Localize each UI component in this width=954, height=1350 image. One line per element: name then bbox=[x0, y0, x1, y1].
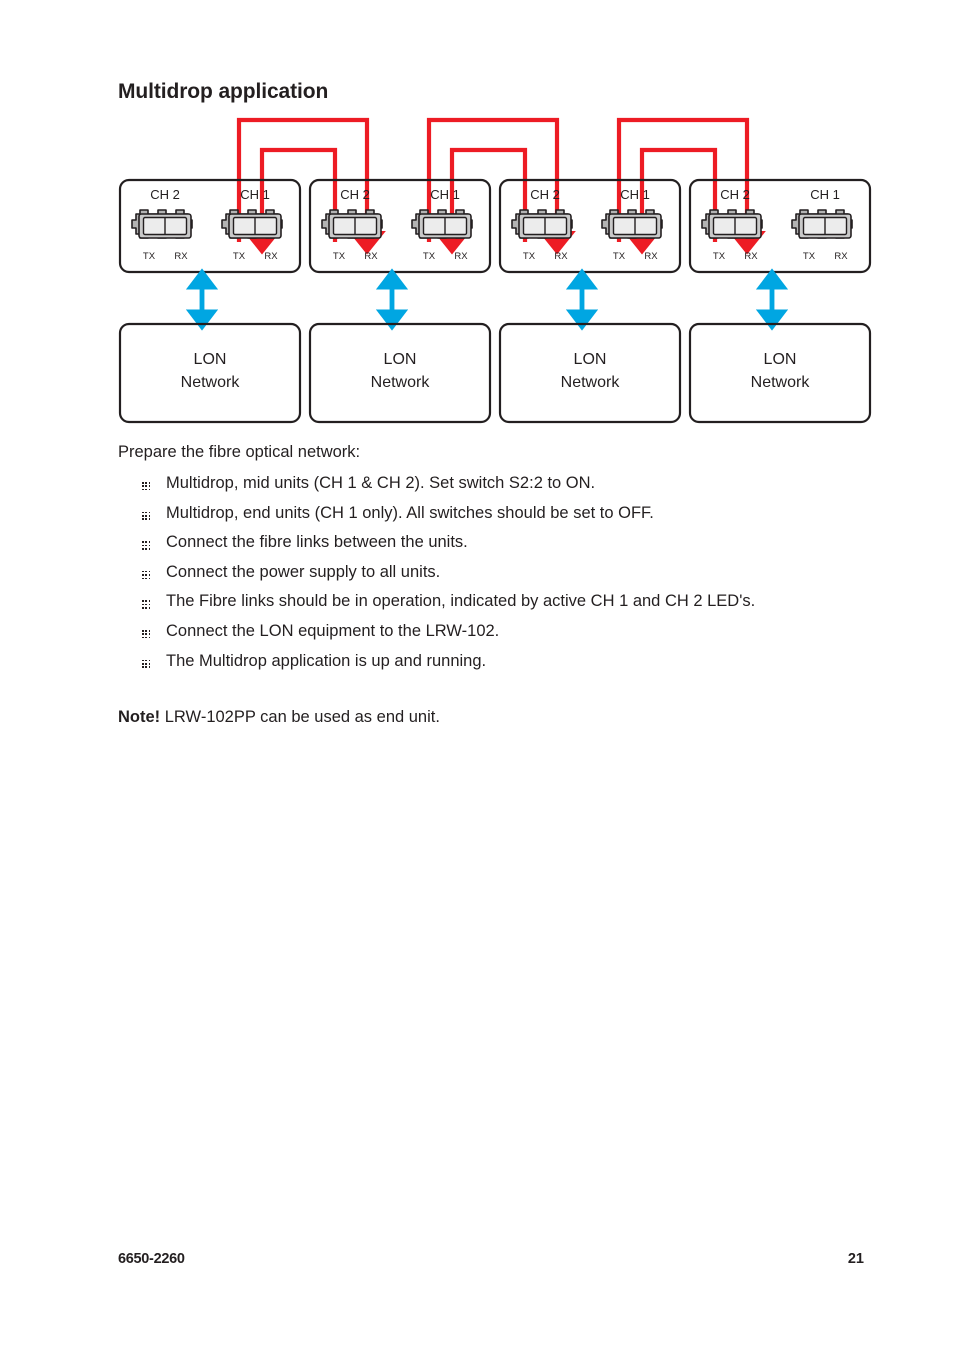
multidrop-diagram: CH 2 CH 1 TX RX TX RX CH 2 CH 1 TX RX TX… bbox=[112, 112, 872, 432]
bullet-grid-icon bbox=[142, 482, 151, 491]
channel-label: CH 1 bbox=[240, 187, 270, 202]
page-title: Multidrop application bbox=[118, 80, 329, 103]
fibre-connector bbox=[791, 209, 853, 239]
list-item-text: Multidrop, mid units (CH 1 & CH 2). Set … bbox=[166, 474, 596, 492]
tx-label: TX bbox=[523, 251, 536, 262]
network-box-line1: LON bbox=[764, 351, 797, 368]
fibre-connector bbox=[601, 209, 663, 239]
unit-panel: CH 2 CH 1 TX RX TX RX bbox=[118, 178, 302, 274]
network-box: LON Network bbox=[118, 322, 302, 424]
tx-label: TX bbox=[333, 251, 346, 262]
channel-label: CH 1 bbox=[810, 187, 840, 202]
fibre-connector bbox=[511, 209, 573, 239]
rx-label: RX bbox=[364, 251, 378, 262]
list-item-text: Connect the LON equipment to the LRW-102… bbox=[166, 621, 500, 640]
instructions-intro: Prepare the fibre optical network: bbox=[118, 443, 361, 461]
channel-label: CH 2 bbox=[720, 187, 750, 202]
list-item: Multidrop, end units (CH 1 only). All sw… bbox=[118, 504, 878, 534]
list-item-text: Connect the fibre links between the unit… bbox=[166, 533, 468, 552]
channel-label: CH 2 bbox=[340, 187, 370, 202]
manual-page: Multidrop application CH 2 CH 1 TX RX TX… bbox=[0, 0, 954, 1350]
list-item: The Fibre links should be in operation, … bbox=[118, 592, 878, 622]
network-box-group: LON Network LON Network LON Network LON bbox=[118, 322, 872, 424]
list-item: Multidrop, mid units (CH 1 & CH 2). Set … bbox=[118, 474, 878, 504]
rx-label: RX bbox=[264, 251, 278, 262]
rx-label: RX bbox=[834, 251, 848, 262]
network-box-line2: Network bbox=[181, 374, 241, 391]
bullet-grid-icon bbox=[142, 600, 151, 609]
network-box-line1: LON bbox=[384, 351, 417, 368]
list-item: Connect the fibre links between the unit… bbox=[118, 533, 878, 563]
list-item: Connect the LON equipment to the LRW-102… bbox=[118, 622, 878, 652]
fibre-connector bbox=[321, 209, 383, 239]
list-item-text: The Fibre links should be in operation, … bbox=[166, 592, 756, 611]
list-item-text: Multidrop, end units (CH 1 only). All sw… bbox=[166, 503, 654, 522]
list-item: Connect the power supply to all units. bbox=[118, 563, 878, 593]
rx-label: RX bbox=[744, 251, 758, 262]
instructions-list: Multidrop, mid units (CH 1 & CH 2). Set … bbox=[118, 474, 878, 681]
rx-label: RX bbox=[644, 251, 658, 262]
tx-label: TX bbox=[803, 251, 816, 262]
bullet-grid-icon bbox=[142, 629, 151, 639]
fibre-connector bbox=[131, 209, 193, 239]
network-box-line2: Network bbox=[751, 374, 811, 391]
list-item-text: Connect the power supply to all units. bbox=[166, 562, 441, 581]
footer-document-number: 6650-2260 bbox=[118, 1251, 185, 1267]
footer-page-number: 21 bbox=[847, 1251, 864, 1267]
channel-label: CH 2 bbox=[150, 187, 180, 202]
list-item: The Multidrop application is up and runn… bbox=[118, 652, 878, 682]
tx-label: TX bbox=[613, 251, 626, 262]
rx-label: RX bbox=[554, 251, 568, 262]
channel-label: CH 2 bbox=[530, 187, 560, 202]
network-box: LON Network bbox=[688, 322, 872, 424]
tx-label: TX bbox=[423, 251, 436, 262]
bullet-grid-icon bbox=[142, 511, 151, 521]
note-line: Note! LRW-102PP can be used as end unit. bbox=[118, 708, 440, 727]
network-box: LON Network bbox=[498, 322, 682, 424]
note-text: LRW-102PP can be used as end unit. bbox=[164, 708, 440, 726]
channel-label: CH 1 bbox=[430, 187, 460, 202]
network-box-line1: LON bbox=[574, 351, 607, 368]
fibre-connector bbox=[701, 209, 763, 239]
tx-label: TX bbox=[143, 251, 156, 262]
network-box-line1: LON bbox=[194, 351, 227, 368]
rx-label: RX bbox=[454, 251, 468, 262]
network-box-line2: Network bbox=[371, 374, 431, 391]
network-box: LON Network bbox=[308, 322, 492, 424]
tx-label: TX bbox=[233, 251, 246, 262]
network-box-line2: Network bbox=[561, 374, 621, 391]
bullet-grid-icon bbox=[142, 541, 151, 550]
bullet-grid-icon bbox=[142, 570, 151, 580]
tx-label: TX bbox=[713, 251, 726, 262]
list-item-text: The Multidrop application is up and runn… bbox=[166, 651, 487, 670]
rx-label: RX bbox=[174, 251, 188, 262]
network-link-group bbox=[185, 268, 789, 331]
note-label: Note! bbox=[118, 708, 165, 726]
channel-label: CH 1 bbox=[620, 187, 650, 202]
fibre-connector bbox=[221, 209, 283, 239]
bullet-grid-icon bbox=[142, 659, 151, 669]
fibre-connector bbox=[411, 209, 473, 239]
